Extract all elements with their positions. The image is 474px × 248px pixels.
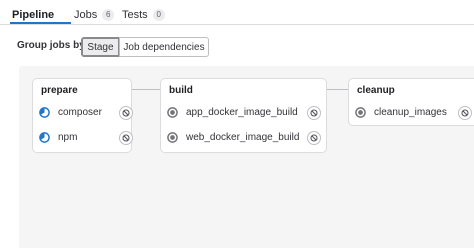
job-cleanup-images[interactable]: cleanup_images [355, 102, 465, 122]
cancel-job-button[interactable] [307, 106, 321, 120]
group-by-job-dependencies-button[interactable]: Job dependencies [119, 37, 209, 57]
cancel-icon [310, 134, 318, 142]
stage-title: cleanup [357, 85, 395, 96]
pipeline-tabs: Pipeline Jobs 6 Tests 0 [0, 0, 474, 25]
tab-jobs-label: Jobs [74, 8, 98, 21]
stage-prepare: prepare composer npm [32, 78, 133, 153]
group-by-stage-button[interactable]: Stage [81, 37, 120, 57]
job-app-docker-image-build[interactable]: app_docker_image_build [167, 102, 307, 122]
tab-jobs-count-badge: 6 [102, 8, 115, 21]
job-name: app_docker_image_build [186, 106, 298, 118]
job-npm[interactable]: npm [39, 127, 125, 147]
tab-tests-label: Tests [122, 8, 148, 21]
stage-connector [326, 89, 348, 90]
cancel-icon [310, 109, 318, 117]
stage-cleanup: cleanup cleanup_images [348, 78, 474, 126]
stage-title: prepare [41, 85, 78, 96]
cancel-icon [461, 109, 469, 117]
status-running-icon [39, 106, 50, 118]
tab-pipeline-label: Pipeline [12, 8, 55, 21]
cancel-icon [122, 134, 130, 142]
job-name: npm [58, 131, 78, 143]
job-name: web_docker_image_build [186, 131, 300, 143]
job-composer[interactable]: composer [39, 102, 125, 122]
cancel-job-button[interactable] [119, 106, 133, 120]
status-pending-icon [167, 131, 178, 143]
status-running-icon [39, 131, 50, 143]
job-name: composer [58, 106, 102, 118]
status-pending-icon [167, 106, 178, 118]
tab-tests[interactable]: Tests 0 [122, 4, 165, 25]
cancel-job-button[interactable] [307, 131, 321, 145]
tab-tests-count-badge: 0 [152, 8, 165, 21]
stage-title: build [169, 85, 193, 96]
job-web-docker-image-build[interactable]: web_docker_image_build [167, 127, 307, 147]
cancel-job-button[interactable] [458, 106, 472, 120]
stage-build: build app_docker_image_build web_docker_… [160, 78, 327, 153]
stage-connector [132, 89, 160, 90]
job-name: cleanup_images [374, 106, 447, 118]
cancel-job-button[interactable] [119, 131, 133, 145]
tab-jobs[interactable]: Jobs 6 [74, 4, 115, 25]
cancel-icon [122, 109, 130, 117]
pipeline-graph: prepare composer npm build app_docker_im… [19, 66, 474, 248]
status-pending-icon [355, 106, 366, 118]
active-tab-indicator [10, 22, 71, 24]
group-jobs-by-label: Group jobs by [17, 40, 85, 51]
